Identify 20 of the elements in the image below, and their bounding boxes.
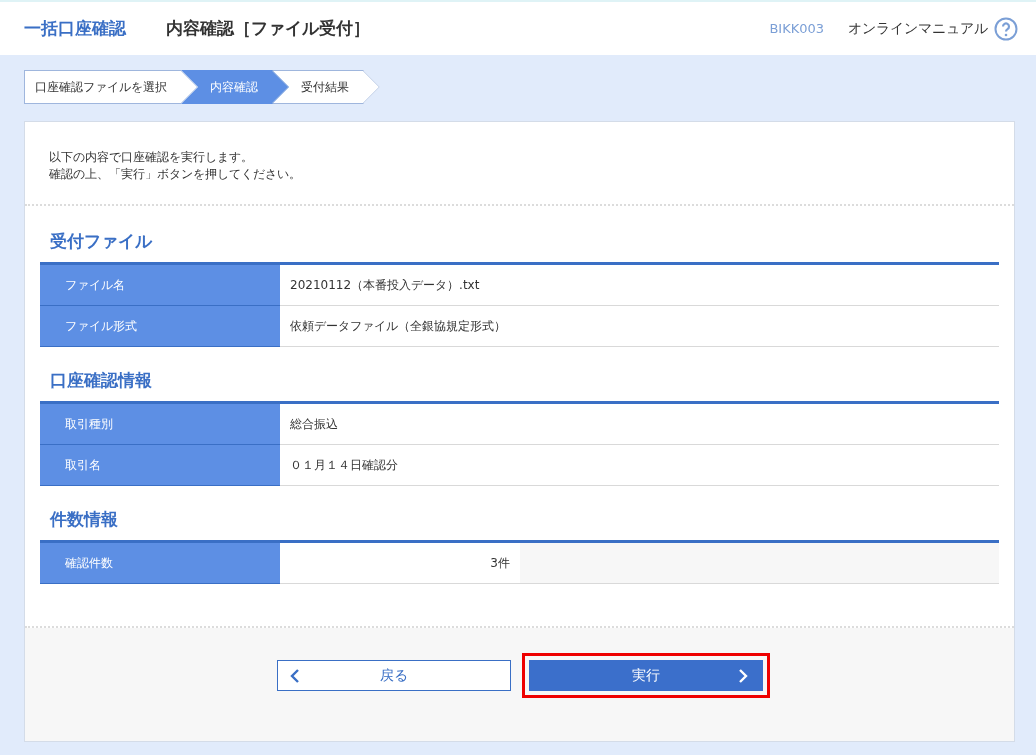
page-title: 内容確認［ファイル受付］ xyxy=(166,17,370,40)
row-label: ファイル名 xyxy=(40,265,280,306)
intro-text: 確認の上、「実行」ボタンを押してください。 xyxy=(49,166,302,183)
section-title: 受付ファイル xyxy=(50,230,154,253)
execute-button[interactable]: 実行 xyxy=(528,660,763,691)
chevron-left-icon xyxy=(289,669,300,683)
app-title: 一括口座確認 xyxy=(24,17,126,40)
intro-text: 以下の内容で口座確認を実行します。 xyxy=(49,149,254,166)
row-label: 確認件数 xyxy=(40,543,280,584)
section-title: 口座確認情報 xyxy=(50,369,153,392)
screen-id: BIKK003 xyxy=(769,21,824,36)
manual-link[interactable]: オンラインマニュアル xyxy=(848,19,988,38)
back-button[interactable]: 戻る xyxy=(276,660,511,691)
progress-step: 口座確認ファイルを選択 xyxy=(24,70,198,104)
chevron-right-icon xyxy=(737,669,748,683)
row-label: 取引名 xyxy=(40,445,280,486)
row-label: ファイル形式 xyxy=(40,306,280,347)
row-label: 取引種別 xyxy=(40,404,280,445)
section-title: 件数情報 xyxy=(50,508,119,531)
help-icon[interactable] xyxy=(994,16,1018,41)
